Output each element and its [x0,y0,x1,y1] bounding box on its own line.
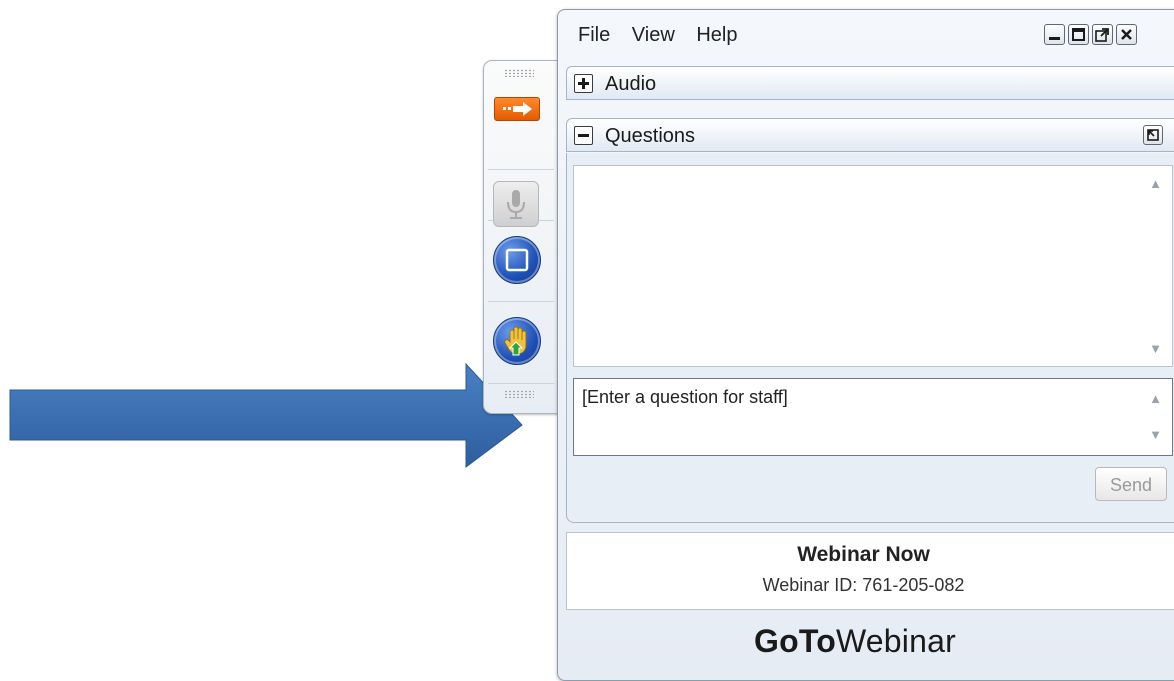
menu-bar: File View Help [578,24,754,47]
menu-help[interactable]: Help [696,24,737,46]
show-screen-button[interactable] [493,236,541,284]
input-scroll-up-icon[interactable]: ▲ [1149,389,1162,409]
popout-button[interactable] [1092,24,1113,45]
minimize-button[interactable] [1044,24,1065,45]
divider [488,169,554,170]
undock-questions-button[interactable] [1143,125,1163,145]
grip-handle-bottom[interactable] [504,390,534,398]
webinar-id: Webinar ID: 761-205-082 [762,575,965,595]
audio-section-header[interactable]: Audio [566,66,1174,100]
undock-icon [1147,129,1159,141]
webinar-info: Webinar Now Webinar ID: 761-205-082 [566,532,1174,610]
questions-pane: ▲ ▼ [Enter a question for staff] ▲ ▼ Sen… [566,153,1174,523]
minus-icon [578,134,589,137]
send-button[interactable]: Send [1095,467,1167,501]
questions-section-title: Questions [605,125,696,147]
arrow-right-icon [503,102,532,116]
audio-section-title: Audio [605,73,657,95]
screen-icon [505,248,529,272]
brand-regular: Webinar [835,623,956,659]
questions-section-header[interactable]: Questions [566,118,1174,152]
collapse-panel-button[interactable] [494,97,540,121]
question-input[interactable]: [Enter a question for staff] ▲ ▼ [573,378,1173,456]
expand-audio-toggle[interactable] [574,74,593,93]
annotation-arrow-icon [9,362,523,468]
question-input-placeholder: [Enter a question for staff] [582,387,788,407]
collapse-questions-toggle[interactable] [574,126,593,145]
raise-hand-icon [504,326,527,356]
divider [488,383,554,384]
close-button[interactable] [1116,24,1137,45]
brand-bold: GoTo [754,623,836,659]
menu-view[interactable]: View [632,24,675,46]
popout-icon [1095,28,1109,42]
gotowebinar-control-panel: File View Help Audio Questions ▲ ▼ [Ente… [557,9,1174,681]
minimize-icon [1049,37,1060,40]
close-icon [1121,29,1132,40]
questions-log[interactable]: ▲ ▼ [573,165,1173,367]
plus-icon [578,78,589,89]
scroll-up-icon[interactable]: ▲ [1149,176,1162,191]
scroll-down-icon[interactable]: ▼ [1149,341,1162,356]
webinar-title: Webinar Now [797,543,930,566]
divider [488,301,554,302]
gotowebinar-logo: GoToWebinar [558,623,1152,660]
divider [488,220,554,221]
grip-handle-top[interactable] [504,69,534,77]
menu-file[interactable]: File [578,24,610,46]
input-scroll-down-icon[interactable]: ▼ [1149,425,1162,445]
maximize-icon [1072,28,1085,41]
raise-hand-button[interactable] [493,317,541,365]
maximize-button[interactable] [1068,24,1089,45]
control-tab[interactable] [483,60,558,414]
